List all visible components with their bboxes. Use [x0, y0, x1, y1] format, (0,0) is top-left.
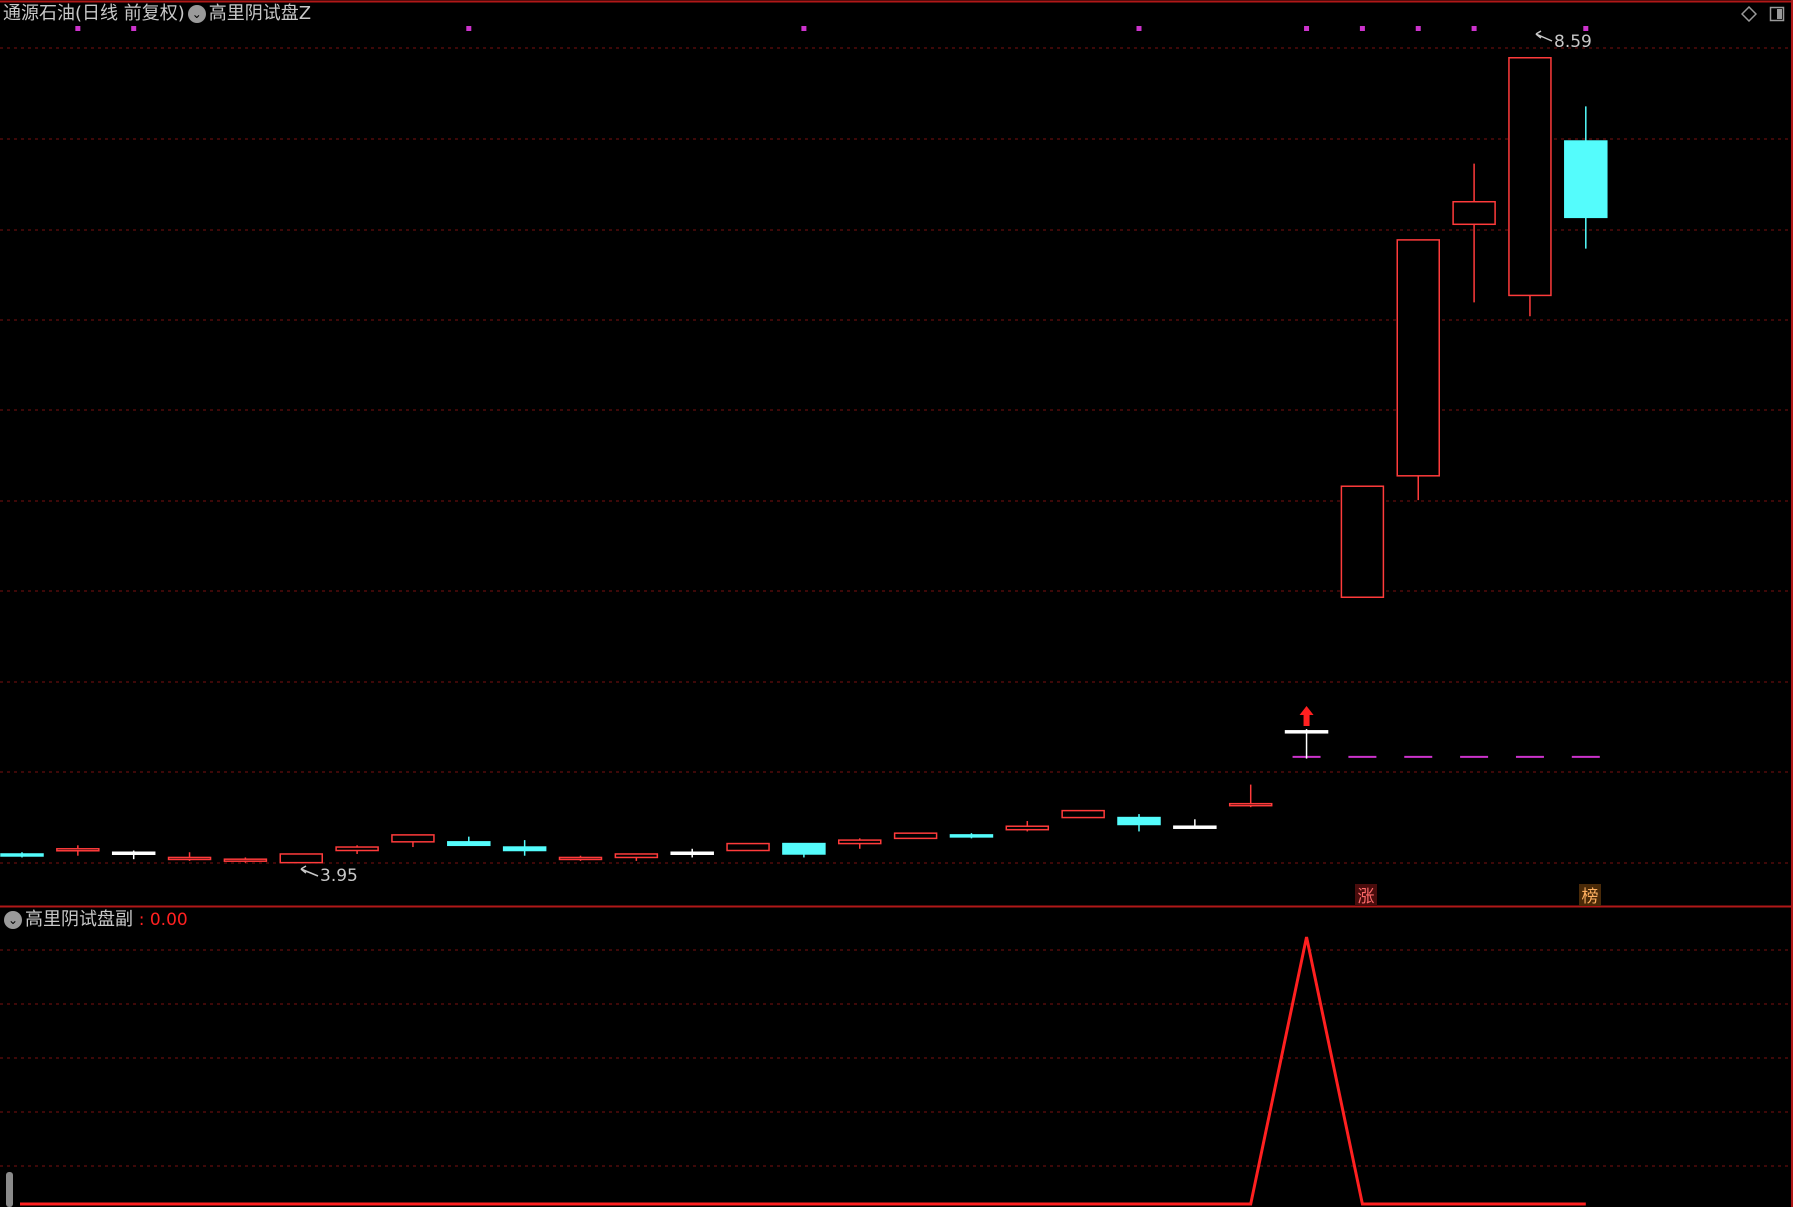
candle-body	[335, 846, 379, 852]
candle	[279, 853, 323, 864]
candle	[893, 832, 938, 840]
candle	[726, 842, 770, 852]
candle-body	[391, 834, 435, 843]
candle-body	[1564, 140, 1608, 219]
marker-dot	[75, 26, 81, 31]
badge-bang: 榜	[1582, 887, 1599, 907]
candle-body	[167, 856, 212, 861]
diamond-icon[interactable]	[1741, 6, 1757, 22]
sub-header: ⌄ 高里阴试盘副 : 0.00	[1, 909, 188, 931]
candle-body	[726, 842, 770, 852]
candle-body	[670, 851, 714, 855]
security-title: 通源石油(日线 前复权)	[3, 3, 185, 24]
marker-dot	[1304, 26, 1310, 31]
badge-zhang: 涨	[1358, 887, 1375, 907]
candle	[1508, 57, 1552, 317]
candle-body	[502, 846, 547, 852]
candle-body	[614, 853, 659, 859]
candle-body	[949, 834, 994, 838]
candle-body	[0, 853, 44, 857]
restore-window-icon[interactable]	[1769, 6, 1785, 22]
sub-indicator-value: : 0.00	[138, 910, 188, 930]
candle-body	[279, 853, 323, 864]
candle-body	[1173, 825, 1217, 829]
candle-body	[1452, 200, 1496, 226]
marker-dot	[1583, 26, 1589, 31]
candle-body	[1340, 485, 1385, 598]
candle-body	[838, 839, 882, 845]
marker-dot	[1415, 26, 1421, 31]
sub-indicator-name[interactable]: 高里阴试盘副	[25, 909, 133, 930]
candle	[1340, 485, 1385, 598]
chevron-down-icon[interactable]: ⌄	[4, 911, 22, 929]
marker-dot	[801, 26, 807, 31]
candle-body	[447, 841, 491, 847]
candle-body	[1005, 825, 1050, 831]
candle-body	[1117, 816, 1161, 826]
candle-body	[782, 842, 826, 855]
candle-body	[1061, 809, 1105, 819]
high-price-label: 8.59	[1554, 32, 1592, 52]
marker-dot	[1136, 26, 1142, 31]
candle	[1396, 239, 1440, 501]
marker-dot	[1359, 26, 1365, 31]
candle-body	[1396, 239, 1440, 477]
chevron-down-icon[interactable]: ⌄	[187, 5, 206, 23]
scrollbar-handle[interactable]	[6, 1172, 13, 1207]
marker-dot	[131, 26, 137, 31]
candle	[1061, 809, 1105, 819]
marker-dot	[466, 26, 472, 31]
candle-body	[223, 858, 268, 862]
low-price-label: 3.95	[320, 866, 358, 886]
main-header: 通源石油(日线 前复权) ⌄ 高里阴试盘Z	[3, 3, 311, 25]
marker-dot	[1471, 26, 1477, 31]
candle-body	[893, 832, 938, 840]
candle-body	[111, 851, 156, 855]
candle-body	[558, 856, 603, 861]
candle-body	[56, 848, 100, 852]
stock-chart[interactable]: 8.59 3.95 涨 榜	[0, 0, 1793, 1207]
candle-body	[1508, 57, 1552, 297]
candle-body	[1228, 802, 1273, 807]
main-indicator-name[interactable]: 高里阴试盘Z	[209, 3, 311, 24]
candle-body	[1284, 730, 1329, 734]
